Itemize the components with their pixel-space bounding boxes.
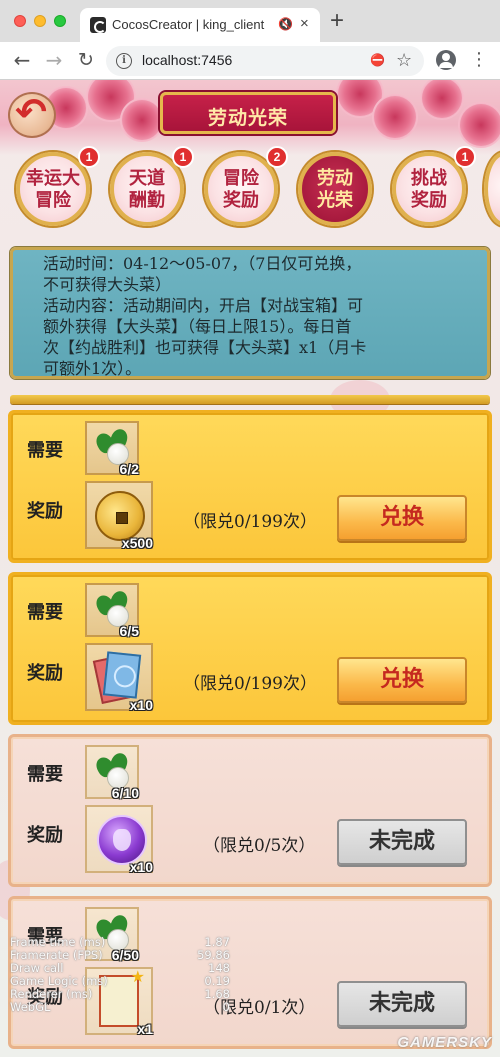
- exchange-card: 需要 6/5 奖励 x10 （限兑0/199次） 兑换: [8, 572, 492, 725]
- tab-title: CocosCreator | king_client: [112, 17, 265, 32]
- reward-count: x10: [129, 859, 153, 875]
- reward-count: x500: [121, 535, 153, 551]
- reward-label: 奖励: [27, 825, 63, 846]
- profile-icon[interactable]: [436, 50, 456, 70]
- browser-tab[interactable]: CocosCreator | king_client 🔇 ×: [80, 8, 320, 42]
- exchange-limit: （限兑0/199次）: [183, 512, 317, 532]
- notification-badge: 1: [78, 146, 100, 168]
- need-label: 需要: [27, 602, 63, 623]
- stat-row: WebGL 0: [10, 1001, 230, 1014]
- info-line: 可额外1次）。: [43, 359, 142, 378]
- peony-flower: [458, 102, 500, 148]
- need-label: 需要: [27, 440, 63, 461]
- required-count: 6/2: [119, 461, 139, 477]
- info-icon[interactable]: i: [116, 53, 132, 69]
- tab-label: 幸运大 冒险: [26, 168, 80, 211]
- url-text[interactable]: localhost:7456: [142, 52, 232, 68]
- reload-icon[interactable]: ↻: [74, 48, 98, 72]
- peony-flower: [420, 80, 464, 120]
- cocos-favicon-icon: [90, 17, 106, 33]
- stat-label: WebGL: [10, 1000, 51, 1014]
- reward-item-slot[interactable]: x500: [85, 481, 153, 551]
- peony-flower: [372, 94, 418, 140]
- incomplete-button[interactable]: 未完成: [337, 981, 467, 1027]
- required-count: 6/5: [119, 623, 139, 639]
- tab-label: 冒险 奖励: [223, 168, 259, 211]
- event-title: 劳动光荣: [207, 107, 288, 129]
- debug-stats-overlay: Frame time (ms) 1.87 Framerate (FPS) 59.86…: [10, 936, 230, 1014]
- info-line: 不可获得大头菜）: [43, 275, 172, 294]
- address-bar[interactable]: i localhost:7456 ⛔ ☆: [106, 46, 424, 76]
- watermark: GAMERSKY: [397, 1034, 492, 1051]
- notification-badge: 2: [266, 146, 288, 168]
- reward-count: x10: [129, 697, 153, 713]
- popup-blocked-icon[interactable]: ⛔: [370, 53, 386, 69]
- event-info-box: 活动时间：04-12～05-07，（7日仅可兑换， 不可获得大头菜） 活动内容：…: [10, 247, 490, 379]
- minimize-window-button[interactable]: [34, 15, 46, 27]
- info-line: 次【约战胜利】也可获得【大头菜】x1（月卡: [43, 338, 367, 357]
- game-canvas[interactable]: 劳动光荣 幸运大 冒险 1 天道 酬勤 1 冒险 奖励 2 劳动 光荣 挑战 奖…: [0, 80, 500, 1057]
- reward-item-slot[interactable]: x10: [85, 643, 153, 713]
- info-line: 活动时间：04-12～05-07，（7日仅可兑换，: [43, 254, 362, 273]
- info-line: 额外获得【大头菜】（每日上限15）。每日首: [43, 317, 352, 336]
- event-title-plaque: 劳动光荣: [160, 92, 336, 134]
- required-item-slot[interactable]: 6/10: [85, 745, 139, 801]
- exchange-limit: （限兑0/199次）: [183, 674, 317, 694]
- exchange-card: 需要 6/2 奖励 x500 （限兑0/199次） 兑换: [8, 410, 492, 563]
- menu-dots-icon[interactable]: ⋮: [470, 48, 488, 72]
- incomplete-button[interactable]: 未完成: [337, 819, 467, 865]
- exchange-limit: （限兑0/5次）: [203, 836, 316, 856]
- stat-value: 0: [222, 1000, 230, 1014]
- forward-arrow-icon[interactable]: →: [42, 48, 66, 72]
- required-item-slot[interactable]: 6/2: [85, 421, 139, 477]
- browser-tab-bar: CocosCreator | king_client 🔇 × +: [0, 0, 500, 42]
- required-count: 6/10: [111, 785, 139, 801]
- exchange-card: 需要 6/10 奖励 x10 （限兑0/5次） 未完成: [8, 734, 492, 887]
- tab-label: 挑战 奖励: [411, 168, 447, 211]
- required-item-slot[interactable]: 6/5: [85, 583, 139, 639]
- reward-count: x1: [137, 1021, 153, 1037]
- new-tab-button[interactable]: +: [330, 9, 344, 33]
- tab-label: 天道 酬勤: [129, 168, 165, 211]
- maximize-window-button[interactable]: [54, 15, 66, 27]
- browser-toolbar: ← → ↻ i localhost:7456 ⛔ ☆ ⋮: [0, 42, 500, 80]
- tab-next-partial[interactable]: [484, 152, 500, 226]
- reward-label: 奖励: [27, 663, 63, 684]
- tab-label: 劳动 光荣: [317, 168, 353, 211]
- tab-close-button[interactable]: ×: [300, 15, 309, 32]
- bookmark-star-icon[interactable]: ☆: [396, 50, 412, 71]
- tab-labor-glory[interactable]: 劳动 光荣: [298, 152, 372, 226]
- peony-flower: [120, 98, 164, 142]
- reward-label: 奖励: [27, 501, 63, 522]
- game-back-button[interactable]: [8, 90, 56, 138]
- gold-coin-icon: [95, 491, 145, 541]
- divider: [10, 395, 490, 404]
- need-label: 需要: [27, 764, 63, 785]
- mute-icon[interactable]: 🔇: [278, 17, 294, 33]
- purple-orb-icon: [97, 815, 147, 865]
- reward-item-slot[interactable]: x10: [85, 805, 153, 875]
- close-window-button[interactable]: [14, 15, 26, 27]
- event-description: 活动时间：04-12～05-07，（7日仅可兑换， 不可获得大头菜） 活动内容：…: [43, 253, 473, 379]
- notification-badge: 1: [172, 146, 194, 168]
- notification-badge: 1: [454, 146, 476, 168]
- back-arrow-icon[interactable]: ←: [10, 48, 34, 72]
- exchange-button[interactable]: 兑换: [337, 495, 467, 541]
- exchange-button[interactable]: 兑换: [337, 657, 467, 703]
- info-line: 活动内容：活动期间内，开启【对战宝箱】可: [43, 296, 364, 315]
